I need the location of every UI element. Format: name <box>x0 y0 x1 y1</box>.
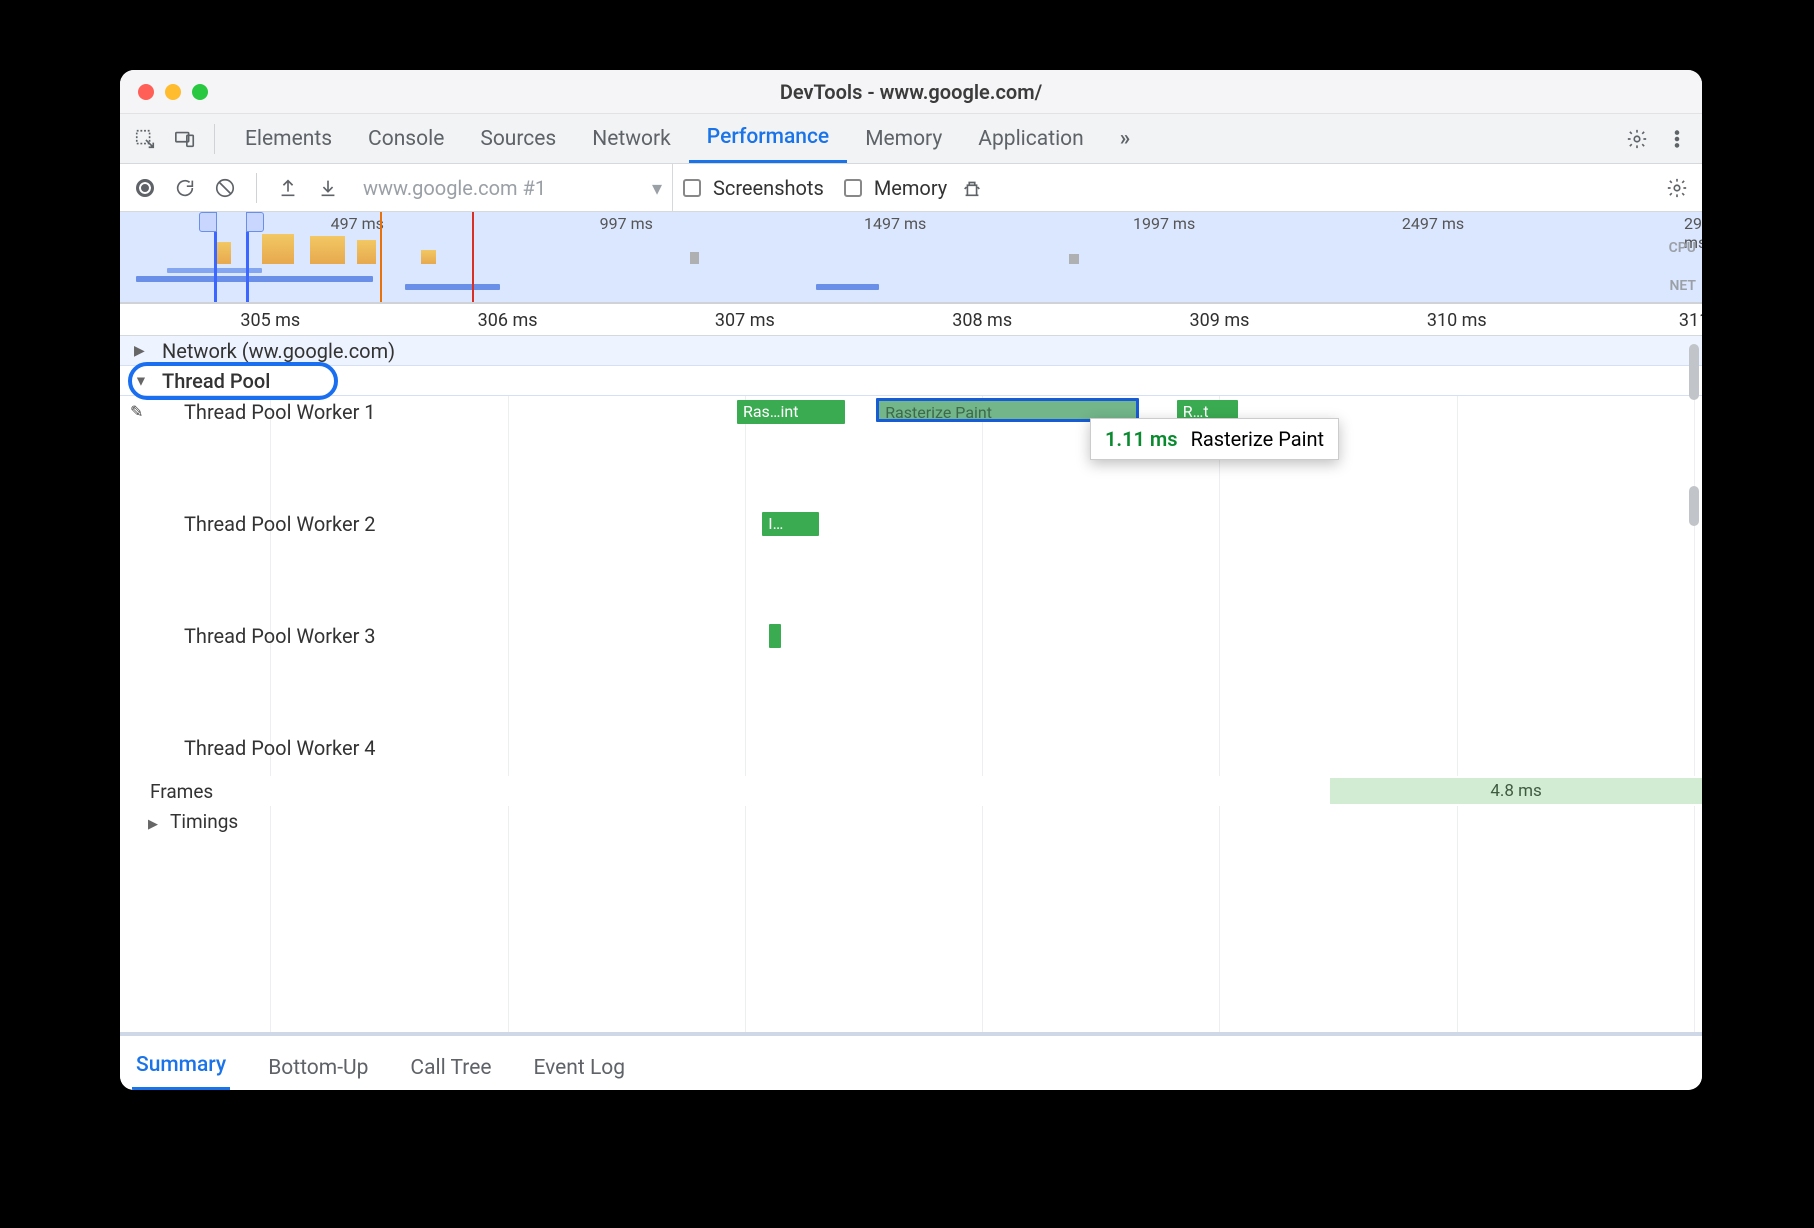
threadpool-track-header[interactable]: ▼ Thread Pool <box>120 366 1702 396</box>
ruler-tick: 307 ms <box>715 310 775 331</box>
reload-record-button[interactable] <box>170 173 200 203</box>
tab-memory[interactable]: Memory <box>847 114 960 163</box>
download-profile-icon[interactable] <box>313 173 343 203</box>
edit-icon[interactable]: ✎ <box>130 402 143 421</box>
worker-track[interactable]: Thread Pool Worker 3 <box>120 620 1702 732</box>
separator <box>256 173 257 203</box>
clear-button[interactable] <box>210 173 240 203</box>
tab-network[interactable]: Network <box>574 114 689 163</box>
settings-gear-icon[interactable] <box>1620 122 1654 156</box>
tab-sources[interactable]: Sources <box>462 114 574 163</box>
threadpool-label: Thread Pool <box>120 369 270 393</box>
performance-toolbar: www.google.com #1 ▾ Screenshots Memory <box>120 164 1702 212</box>
overview-range-handle-right[interactable] <box>246 212 249 302</box>
frames-label: Frames <box>150 780 213 803</box>
record-button[interactable] <box>130 173 160 203</box>
details-tab-event-log[interactable]: Event Log <box>529 1056 629 1090</box>
timeline-overview[interactable]: 497 ms997 ms1497 ms1997 ms2497 ms2997 ms… <box>120 212 1702 304</box>
collect-garbage-icon[interactable] <box>957 173 987 203</box>
memory-toggle[interactable]: Memory <box>844 176 947 200</box>
flamechart-ruler[interactable]: 305 ms306 ms307 ms308 ms309 ms310 ms311 … <box>120 304 1702 336</box>
disclosure-right-icon[interactable]: ▶ <box>148 817 158 832</box>
tab-application[interactable]: Application <box>960 114 1101 163</box>
timings-label: Timings <box>170 810 238 833</box>
ruler-tick: 310 ms <box>1427 310 1487 331</box>
overview-marker <box>380 212 382 302</box>
worker-track[interactable]: Thread Pool Worker 4 <box>120 732 1702 776</box>
profile-name: www.google.com #1 <box>363 176 546 200</box>
worker-name: Thread Pool Worker 1 <box>184 400 376 424</box>
main-toolbar: Elements Console Sources Network Perform… <box>120 114 1702 164</box>
worker-name: Thread Pool Worker 4 <box>184 736 376 760</box>
checkbox-icon <box>844 179 862 197</box>
panel-tabs: Elements Console Sources Network Perform… <box>227 114 1148 163</box>
tab-elements[interactable]: Elements <box>227 114 350 163</box>
scrollbar-thumb[interactable] <box>1689 344 1699 400</box>
kebab-menu-icon[interactable] <box>1660 122 1694 156</box>
overview-cpu-activity <box>120 230 1702 264</box>
flamechart[interactable]: ▶ Network (ww.google.com) ▼ Thread Pool … <box>120 336 1702 1032</box>
window-controls <box>138 84 208 100</box>
timings-track-header[interactable]: ▶ Timings <box>120 806 1702 842</box>
ruler-tick: 306 ms <box>478 310 538 331</box>
scrollbar-thumb[interactable] <box>1689 486 1699 526</box>
details-tab-call-tree[interactable]: Call Tree <box>406 1056 495 1090</box>
profile-selector[interactable]: www.google.com #1 ▾ <box>353 164 673 211</box>
overview-net-activity <box>120 262 1702 298</box>
frame-bar[interactable]: 4.8 ms <box>1330 778 1702 804</box>
tabs-overflow-icon[interactable]: » <box>1102 114 1149 163</box>
titlebar: DevTools - www.google.com/ <box>120 70 1702 114</box>
overview-marker <box>472 212 474 302</box>
screenshots-toggle[interactable]: Screenshots <box>683 176 824 200</box>
separator <box>214 124 215 154</box>
ruler-tick: 309 ms <box>1190 310 1250 331</box>
close-window-button[interactable] <box>138 84 154 100</box>
worker-name: Thread Pool Worker 3 <box>184 624 376 648</box>
checkbox-icon <box>683 179 701 197</box>
flame-event[interactable]: Ras…int <box>737 400 845 424</box>
device-toolbar-icon[interactable] <box>168 122 202 156</box>
ruler-tick: 308 ms <box>952 310 1012 331</box>
details-tab-summary[interactable]: Summary <box>132 1053 230 1090</box>
worker-track[interactable]: Thread Pool Worker 2 I… <box>120 508 1702 620</box>
network-track-header[interactable]: ▶ Network (ww.google.com) <box>120 336 1702 366</box>
zoom-window-button[interactable] <box>192 84 208 100</box>
worker-track[interactable]: ✎ Thread Pool Worker 1 Ras…int Rasterize Pa… <box>120 396 1702 508</box>
details-tab-bottom-up[interactable]: Bottom-Up <box>264 1056 372 1090</box>
flame-event[interactable] <box>769 624 781 648</box>
tooltip-duration: 1.11 ms <box>1105 427 1178 451</box>
worker-name: Thread Pool Worker 2 <box>184 512 376 536</box>
tab-performance[interactable]: Performance <box>689 114 847 163</box>
tab-console[interactable]: Console <box>350 114 462 163</box>
network-track-label: Network (ww.google.com) <box>120 339 395 363</box>
devtools-window: DevTools - www.google.com/ Elements Cons… <box>120 70 1702 1090</box>
chevron-down-icon: ▾ <box>652 176 662 200</box>
flame-tooltip: 1.11 ms Rasterize Paint <box>1090 418 1339 460</box>
frames-track[interactable]: Frames 4.8 ms <box>120 776 1702 806</box>
upload-profile-icon[interactable] <box>273 173 303 203</box>
overview-range-handle-left[interactable] <box>214 212 217 302</box>
ruler-tick: 305 ms <box>240 310 300 331</box>
flame-event[interactable]: I… <box>762 512 819 536</box>
window-title: DevTools - www.google.com/ <box>120 80 1702 104</box>
minimize-window-button[interactable] <box>165 84 181 100</box>
details-tabs: Summary Bottom-Up Call Tree Event Log <box>120 1032 1702 1090</box>
inspect-element-icon[interactable] <box>128 122 162 156</box>
tooltip-name: Rasterize Paint <box>1191 427 1325 451</box>
capture-settings-gear-icon[interactable] <box>1662 173 1692 203</box>
